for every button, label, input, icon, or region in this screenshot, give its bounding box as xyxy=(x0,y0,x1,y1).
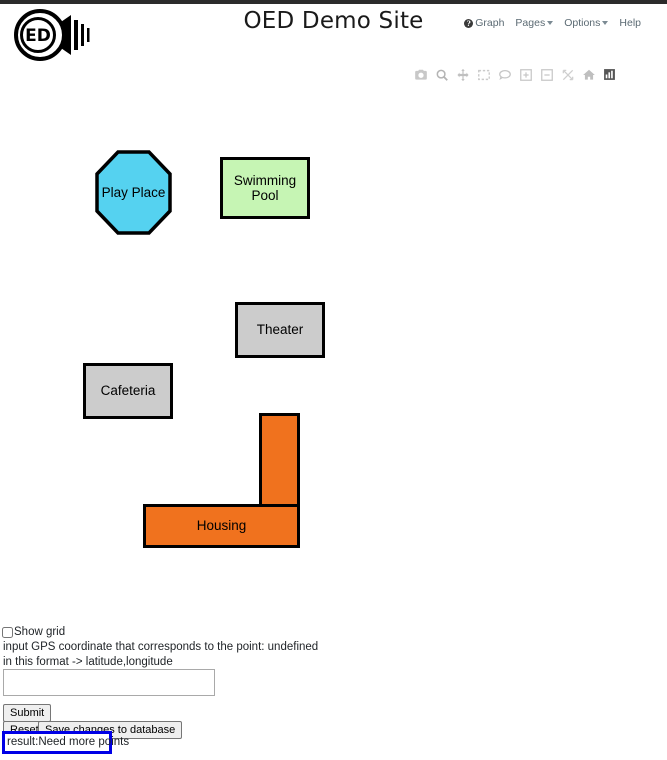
lasso-select-icon[interactable] xyxy=(496,66,513,83)
gps-hint-line-2: in this format -> latitude,longitude xyxy=(3,656,173,668)
site-header: ED OED Demo Site ? Graph Pages Options He… xyxy=(0,4,667,62)
box-select-icon[interactable] xyxy=(475,66,492,83)
nav-label-help: Help xyxy=(619,17,641,29)
map-shape-swimming-pool[interactable]: Swimming Pool xyxy=(220,157,310,219)
map-label-play-place: Play Place xyxy=(101,184,166,200)
nav-item-options[interactable]: Options xyxy=(564,17,609,29)
chevron-down-icon xyxy=(547,20,554,25)
map-label-theater: Theater xyxy=(256,322,304,338)
map-shape-theater[interactable]: Theater xyxy=(235,302,325,358)
nav-label-graph: Graph xyxy=(475,17,505,29)
chevron-down-icon xyxy=(602,20,609,25)
zoom-in-icon[interactable] xyxy=(517,66,534,83)
nav-item-help[interactable]: Help xyxy=(619,17,641,29)
nav-item-pages[interactable]: Pages xyxy=(515,17,554,29)
plotly-logo-icon[interactable] xyxy=(601,66,618,83)
nav-item-graph[interactable]: ? Graph xyxy=(464,17,504,29)
reset-axes-icon[interactable] xyxy=(580,66,597,83)
map-shape-play-place[interactable]: Play Place xyxy=(95,150,172,235)
plotly-modebar xyxy=(412,66,618,83)
nav-label-options: Options xyxy=(564,17,601,29)
help-circle-icon: ? xyxy=(464,19,474,28)
show-grid-label: Show grid xyxy=(14,626,66,638)
map-label-housing: Housing xyxy=(196,518,247,534)
show-grid-row[interactable]: Show grid xyxy=(0,624,667,640)
map-label-cafeteria: Cafeteria xyxy=(100,383,156,399)
nav-label-pages: Pages xyxy=(515,17,546,29)
submit-button[interactable]: Submit xyxy=(3,704,52,722)
zoom-icon[interactable] xyxy=(433,66,450,83)
result-status-box: result:Need more points xyxy=(2,731,129,754)
main-nav: ? Graph Pages Options Help xyxy=(464,17,641,29)
campus-map-canvas[interactable]: Play Place Swimming Pool Theater Cafeter… xyxy=(0,95,667,615)
map-shape-cafeteria[interactable]: Cafeteria xyxy=(83,363,173,419)
map-label-swimming-pool: Swimming Pool xyxy=(233,172,297,203)
pan-icon[interactable] xyxy=(454,66,471,83)
show-grid-checkbox[interactable] xyxy=(2,626,13,638)
gps-entry-form: Show grid input GPS coordinate that corr… xyxy=(0,624,667,739)
gps-hint-line-1: input GPS coordinate that corresponds to… xyxy=(3,641,319,653)
map-shape-housing-base[interactable]: Housing xyxy=(143,504,300,548)
autoscale-icon[interactable] xyxy=(559,66,576,83)
download-plot-as-png-icon[interactable] xyxy=(412,66,429,83)
map-shape-housing-tower[interactable] xyxy=(259,413,300,508)
gps-coordinate-input[interactable] xyxy=(3,669,215,696)
zoom-out-icon[interactable] xyxy=(538,66,555,83)
